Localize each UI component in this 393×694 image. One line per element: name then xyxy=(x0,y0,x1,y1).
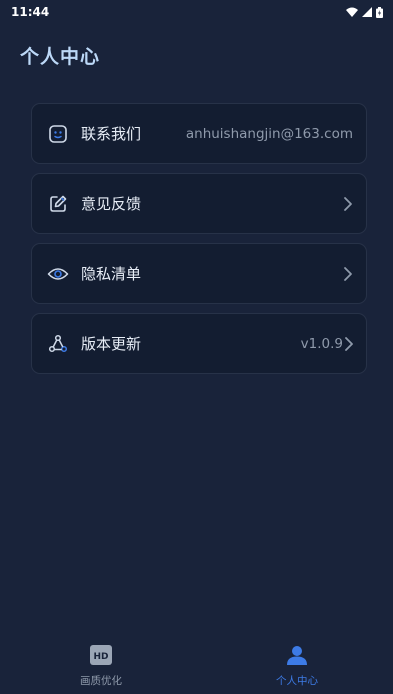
feedback-label: 意见反馈 xyxy=(81,195,142,213)
chevron-right-icon xyxy=(343,196,353,212)
contact-email: anhuishangjin@163.com xyxy=(185,125,353,142)
battery-icon xyxy=(376,6,383,18)
chevron-right-icon xyxy=(343,266,353,282)
share-nodes-icon xyxy=(47,333,69,355)
version-update-row[interactable]: 版本更新 v1.0.9 xyxy=(31,313,367,374)
privacy-list-label: 隐私清单 xyxy=(81,265,142,283)
status-bar: 11:44 xyxy=(0,0,393,24)
signal-icon xyxy=(362,7,372,17)
version-update-label: 版本更新 xyxy=(81,335,142,353)
tab-profile-label: 个人中心 xyxy=(276,674,318,687)
bottom-nav: HD 画质优化 个人中心 xyxy=(0,638,393,694)
tab-image-quality-label: 画质优化 xyxy=(80,674,122,687)
privacy-list-row[interactable]: 隐私清单 xyxy=(31,243,367,304)
tab-profile[interactable]: 个人中心 xyxy=(237,638,357,694)
smiley-face-icon xyxy=(47,123,69,145)
chevron-right-icon xyxy=(345,336,353,352)
wifi-icon xyxy=(346,7,358,17)
user-icon xyxy=(286,645,308,669)
svg-text:HD: HD xyxy=(93,652,108,662)
feedback-row[interactable]: 意见反馈 xyxy=(31,173,367,234)
page-title: 个人中心 xyxy=(20,46,101,68)
contact-us-row[interactable]: 联系我们 anhuishangjin@163.com xyxy=(31,103,367,164)
edit-pencil-icon xyxy=(47,193,69,215)
contact-us-label: 联系我们 xyxy=(81,125,142,143)
status-time: 11:44 xyxy=(11,5,50,19)
hd-icon: HD xyxy=(90,644,112,669)
status-icons xyxy=(346,6,383,18)
eye-icon xyxy=(47,263,69,285)
version-number: v1.0.9 xyxy=(300,335,343,352)
tab-image-quality[interactable]: HD 画质优化 xyxy=(41,638,161,694)
